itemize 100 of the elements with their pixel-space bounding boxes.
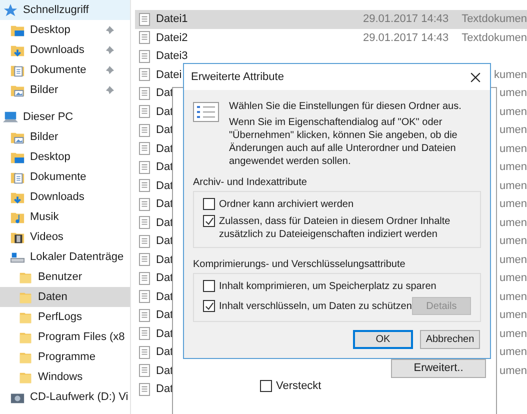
file-type: umen: [499, 364, 527, 378]
file-name: Dat: [156, 197, 174, 212]
text-file-icon: [139, 364, 150, 378]
sidebar-item[interactable]: Bilder: [0, 80, 130, 100]
file-name: Dat: [156, 382, 174, 397]
sidebar-item[interactable]: Schnellzugriff: [0, 0, 130, 20]
file-name: Dat: [156, 364, 174, 378]
sidebar-item[interactable]: Dieser PC: [0, 107, 130, 127]
file-type: umen: [499, 160, 527, 175]
text-file-icon: [139, 346, 150, 359]
file-type: umen: [499, 326, 527, 342]
sidebar-item[interactable]: Dokumente: [0, 167, 130, 187]
sidebar-item[interactable]: Videos: [0, 227, 130, 247]
file-type: Textdokumen: [462, 30, 527, 46]
file-type: umen: [499, 123, 527, 138]
file-name: Dat: [156, 345, 174, 360]
star-icon: [3, 2, 18, 18]
file-name: Dat: [156, 142, 174, 156]
file-name: Dat: [156, 271, 174, 286]
file-type: umen: [499, 271, 527, 286]
file-name: Datei: [156, 68, 182, 82]
checkbox-label: Versteckt: [276, 379, 322, 394]
sidebar-item[interactable]: Programme: [0, 347, 130, 367]
file-type: Textdokumen: [462, 12, 527, 27]
sidebar-item[interactable]: Dokumente: [0, 60, 130, 80]
file-type: umen: [499, 216, 527, 230]
file-name: Dat: [156, 104, 174, 120]
file-name: Dat: [156, 160, 174, 175]
file-name: Dat: [156, 290, 174, 304]
file-name: Datei3: [156, 49, 188, 64]
file-type: kumen: [494, 68, 527, 82]
text-file-icon: [139, 327, 150, 340]
text-file-icon: [139, 86, 150, 100]
sidebar-item[interactable]: CD-Laufwerk (D:) Vi: [0, 387, 130, 407]
text-file-icon: [139, 290, 150, 304]
text-file-icon: [139, 198, 150, 211]
file-name: Dat: [156, 326, 174, 342]
sidebar-item[interactable]: Benutzer: [0, 267, 130, 287]
checkbox[interactable]: [260, 380, 272, 392]
checkbox[interactable]: [203, 300, 215, 312]
sidebar-item[interactable]: Desktop: [0, 20, 130, 40]
file-name: Dat: [156, 234, 174, 249]
sidebar-item[interactable]: Downloads: [0, 40, 130, 60]
checkbox-label: Ordner kann archiviert werden: [219, 198, 354, 211]
sidebar-item[interactable]: Downloads: [0, 187, 130, 207]
sidebar-item[interactable]: Daten: [0, 287, 130, 307]
text-file-icon: [139, 272, 150, 285]
close-button[interactable]: [468, 70, 482, 84]
computer-icon: [3, 110, 18, 124]
sidebar-item[interactable]: Desktop: [0, 147, 130, 167]
sidebar-item[interactable]: PerfLogs: [0, 307, 130, 327]
text-file-icon: [139, 216, 150, 230]
file-type: umen: [499, 86, 527, 101]
file-name: Dat: [156, 308, 174, 323]
dialog-button[interactable]: Abbrechen: [420, 330, 480, 349]
file-name: Dat: [156, 178, 174, 194]
advanced-button[interactable]: Erweitert..: [391, 359, 486, 378]
dialog-button[interactable]: OK: [353, 330, 413, 349]
sidebar-item[interactable]: Musik: [0, 207, 130, 227]
dialog-title: Erweiterte Attribute: [191, 70, 284, 85]
group-title: Komprimierungs- und Verschlüsselungsattribute: [193, 258, 406, 271]
text-file-icon: [139, 68, 150, 82]
text-file-icon: [139, 31, 150, 44]
text-file-icon: [139, 308, 150, 322]
checkbox[interactable]: [203, 280, 215, 292]
close-icon: [470, 72, 480, 82]
checkbox-label: Inhalt komprimieren, um Speicherplatz zu sparen: [219, 280, 436, 293]
text-file-icon: [139, 160, 150, 174]
file-date: 29.01.2017 14:43: [363, 12, 449, 27]
file-name: Dat: [156, 86, 174, 101]
file-name: Datei1: [156, 12, 188, 27]
text-file-icon: [139, 253, 150, 266]
checkbox-label: Zulassen, dass für Dateien in diesem Ordner Inhalte zusätzlich zu Dateieigenschaften indiziert werden: [219, 215, 452, 241]
file-name: Dat: [156, 252, 174, 268]
sidebar-item[interactable]: Program Files (x8: [0, 327, 130, 347]
checkbox[interactable]: [203, 198, 215, 210]
file-date: 29.01.2017 14:43: [363, 30, 449, 46]
text-file-icon: [139, 179, 150, 192]
text-file-icon: [139, 105, 150, 118]
file-row[interactable]: Datei1 29.01.2017 14:43 Textdokumen: [135, 10, 527, 28]
file-type: umen: [499, 345, 527, 360]
text-file-icon: [139, 12, 150, 26]
file-type: umen: [499, 178, 527, 194]
text-file-icon: [139, 124, 150, 137]
checkbox[interactable]: [203, 215, 215, 227]
text-file-icon: [139, 234, 150, 248]
file-type: umen: [499, 308, 527, 323]
file-type: umen: [499, 290, 527, 304]
file-name: Dat: [156, 216, 174, 230]
file-name: Dat: [156, 123, 174, 138]
checklist-icon: [193, 102, 219, 122]
sidebar-item[interactable]: Lokaler Datenträge: [0, 247, 130, 267]
group-title: Archiv- und Indexattribute: [193, 176, 308, 189]
text-file-icon: [139, 142, 150, 156]
description-text: Wenn Sie im Eigenschaftendialog auf "OK" oder "Übernehmen" klicken, können Sie angeben, ob die Änderungen auch auf alle Unterordner und Dateien angewendet werden sollen.: [229, 116, 458, 168]
sidebar-item[interactable]: Windows: [0, 367, 130, 387]
checkbox-label: Inhalt verschlüsseln, um Daten zu schützen: [219, 300, 412, 312]
file-name: Datei2: [156, 30, 188, 46]
file-type: umen: [499, 252, 527, 268]
sidebar-item[interactable]: Bilder: [0, 127, 130, 147]
